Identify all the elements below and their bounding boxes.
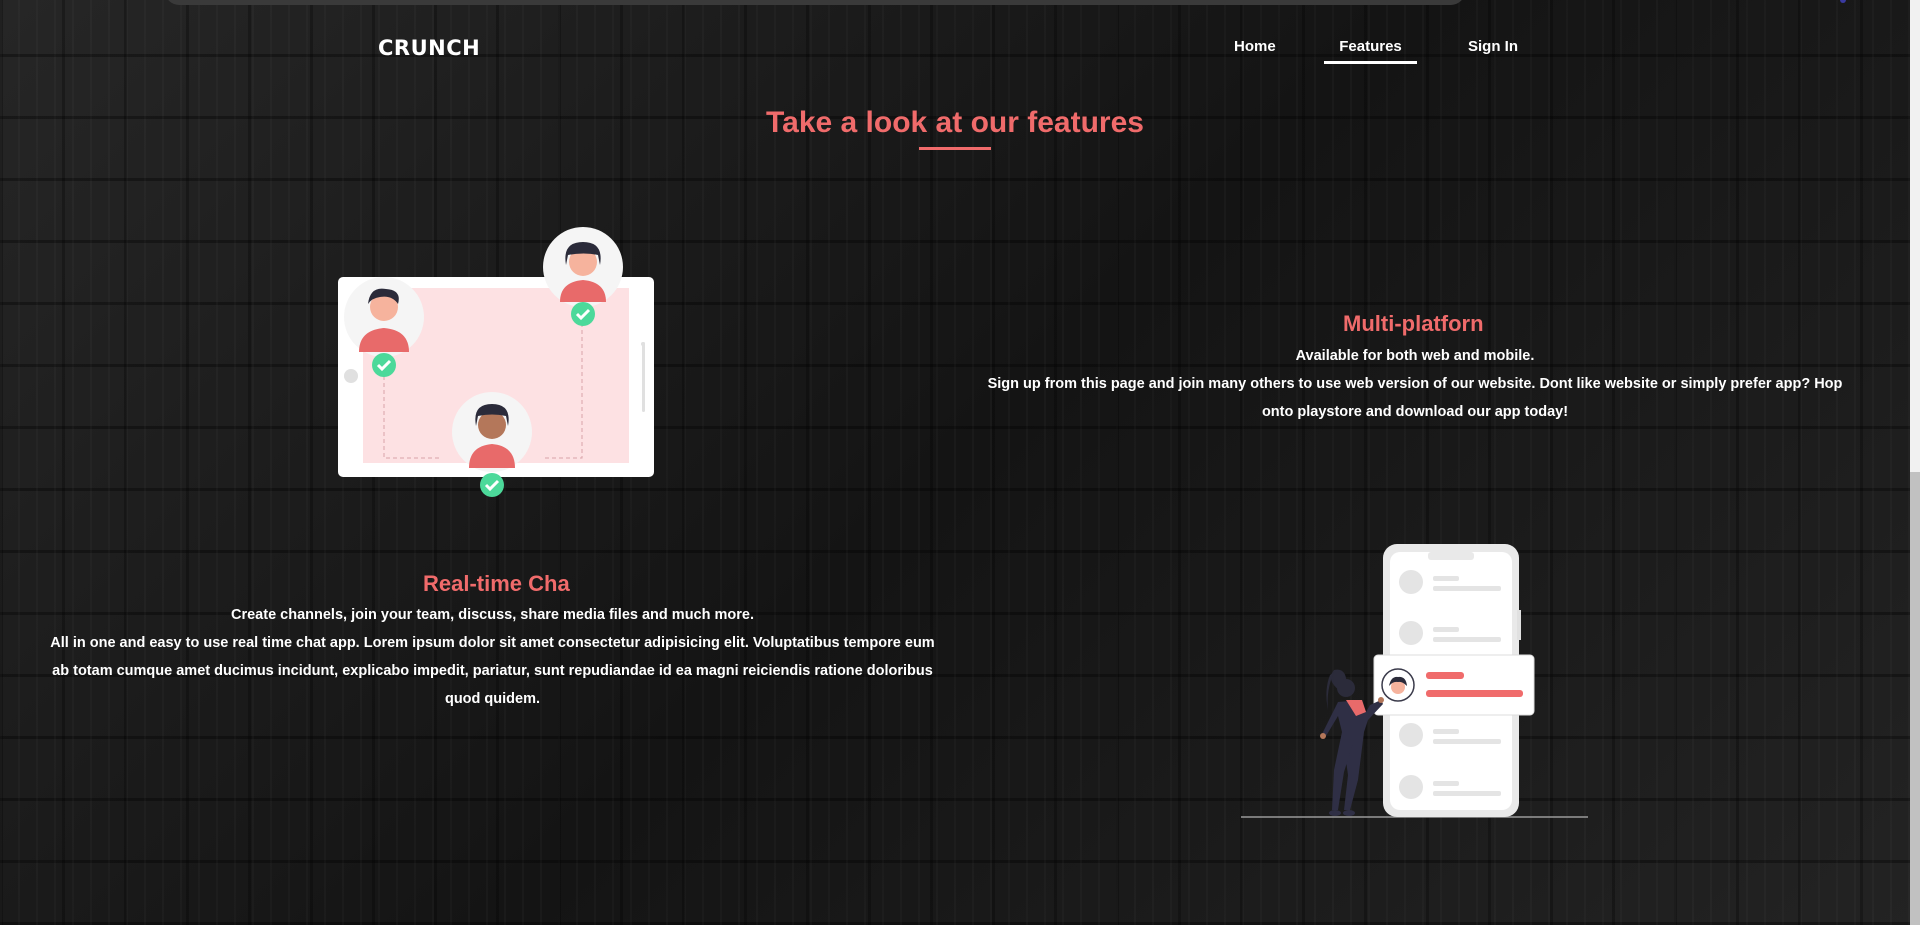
status-dot bbox=[1840, 0, 1846, 3]
user-avatar-icon bbox=[452, 392, 532, 472]
scrollbar-thumb[interactable] bbox=[1910, 472, 1920, 925]
user-avatar-icon bbox=[344, 277, 424, 357]
feature-heading-multiplatform: Multi-platforn bbox=[1343, 311, 1484, 336]
feature-description: All in one and easy to use real time cha… bbox=[50, 635, 935, 707]
brand-logo[interactable]: CRUNCH bbox=[378, 36, 480, 60]
feature-heading-realtime-chat: Real-time Cha bbox=[423, 571, 570, 596]
nav-sign-in[interactable]: Sign In bbox=[1468, 38, 1518, 61]
section-title: Take a look at our features bbox=[766, 106, 1144, 139]
feature-text-multiplatform: Available for both web and mobile. Sign … bbox=[985, 342, 1845, 426]
nav-features[interactable]: Features bbox=[1324, 38, 1417, 64]
browser-top-strip bbox=[165, 0, 1465, 5]
feature-line: Create channels, join your team, discuss… bbox=[231, 607, 754, 623]
title-underline bbox=[919, 147, 991, 150]
team-chat-illustration bbox=[338, 227, 654, 497]
feature-text-realtime-chat: Create channels, join your team, discuss… bbox=[45, 601, 940, 713]
mobile-app-illustration bbox=[1241, 544, 1588, 818]
user-avatar-icon bbox=[543, 227, 623, 307]
feature-description: Sign up from this page and join many oth… bbox=[987, 376, 1843, 420]
feature-line: Available for both web and mobile. bbox=[1295, 348, 1535, 364]
nav-home[interactable]: Home bbox=[1234, 38, 1276, 61]
